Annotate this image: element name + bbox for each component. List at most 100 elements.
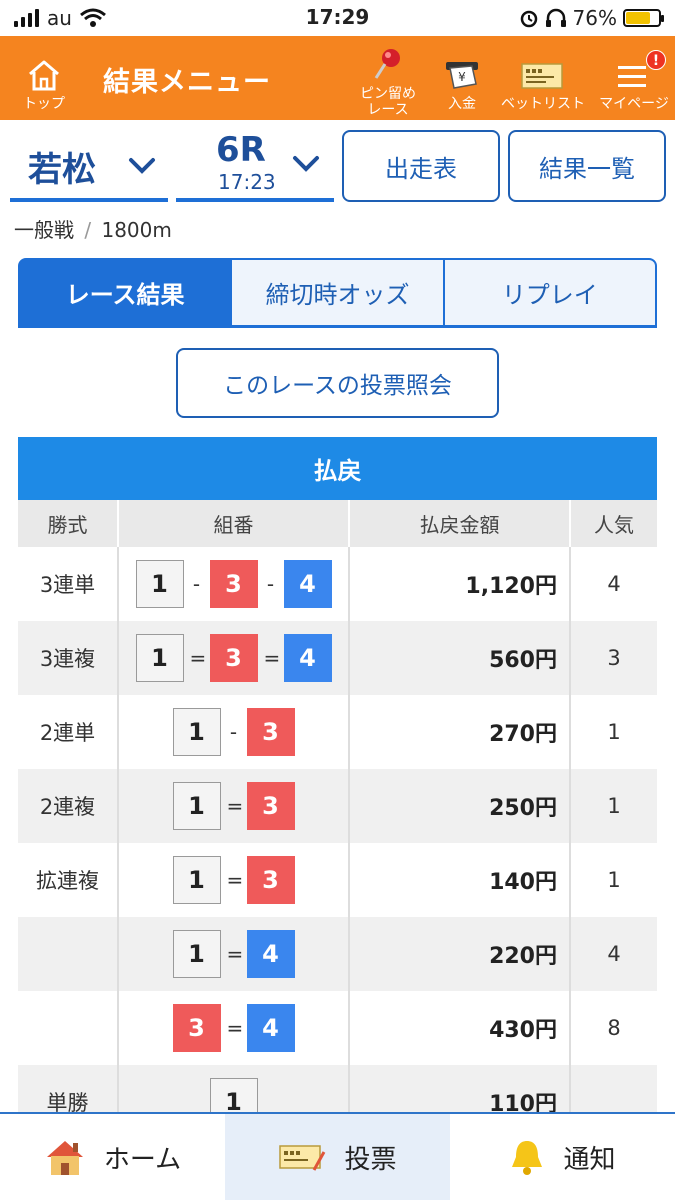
boat-number-1: 1	[172, 708, 221, 756]
nav-notification[interactable]: 通知	[450, 1114, 675, 1200]
top-label: トップ	[23, 96, 65, 112]
boat-number-3: 3	[246, 782, 295, 830]
payout-amount: 140円	[348, 843, 570, 917]
bell-icon	[512, 1141, 543, 1175]
popularity: 4	[569, 547, 657, 621]
combination: 1 = 3	[117, 769, 349, 843]
table-row: 2連複 1 = 3 250円 1	[18, 769, 657, 843]
bet-type: 拡連複	[18, 843, 118, 917]
payout-table: 勝式 組番 払戻金額 人気 3連単 1-3-4 1,120円 4 3連複 1 = 3 = 4 560…	[18, 500, 657, 1139]
nav-home[interactable]: ホーム	[0, 1114, 225, 1200]
app-header: トップ 結果メニュー ピン留め レース ¥ 入金 ベットリスト マイページ !	[0, 36, 675, 120]
boat-number-4: 4	[283, 560, 332, 608]
boat-number-3: 3	[246, 708, 295, 756]
venue-selector[interactable]: 若松	[10, 130, 168, 202]
betlist-button[interactable]: ベットリスト	[500, 36, 586, 120]
deposit-button[interactable]: ¥ 入金	[436, 36, 488, 120]
combination: 1-3	[117, 695, 349, 769]
payout-amount: 220円	[348, 917, 570, 991]
bet-type: 3連単	[18, 547, 118, 621]
boat-number-1: 1	[135, 560, 184, 608]
table-row: 2連単 1-3 270円 1	[18, 695, 657, 769]
top-button[interactable]: トップ	[14, 36, 74, 120]
bet-type	[18, 917, 118, 991]
betlist-icon	[521, 63, 563, 89]
bet-type: 2連複	[18, 769, 118, 843]
mypage-label: マイページ	[599, 96, 669, 112]
ticket-icon	[279, 1145, 326, 1171]
chevron-down-icon	[129, 158, 155, 174]
payout-amount: 560円	[348, 621, 570, 695]
boat-number-1: 1	[172, 782, 221, 830]
combination: 1 = 3	[117, 843, 349, 917]
home-icon	[46, 1141, 83, 1175]
payout-title: 払戻	[18, 437, 657, 500]
svg-text:¥: ¥	[458, 70, 466, 84]
combo-separator: -	[266, 572, 275, 596]
entries-button[interactable]: 出走表	[342, 130, 500, 202]
bet-type	[18, 991, 118, 1065]
popularity: 1	[569, 695, 657, 769]
nav-notification-label: 通知	[563, 1144, 616, 1175]
notification-badge: !	[646, 50, 666, 70]
combo-separator: =	[226, 1016, 244, 1040]
boat-number-3: 3	[209, 634, 258, 682]
table-row: 3連単 1-3-4 1,120円 4	[18, 547, 657, 621]
tab-closing-odds[interactable]: 締切時オッズ	[232, 258, 445, 325]
nav-vote[interactable]: 投票	[225, 1114, 450, 1200]
page-title: 結果メニュー	[103, 67, 271, 98]
combo-separator: -	[192, 572, 201, 596]
popularity: 3	[569, 621, 657, 695]
chevron-down-icon	[293, 156, 319, 172]
boat-number-4: 4	[283, 634, 332, 682]
results-list-button[interactable]: 結果一覧	[508, 130, 666, 202]
combo-separator: =	[226, 868, 244, 892]
race-selector[interactable]: 6R 17:23	[176, 130, 334, 202]
battery-percent: 76%	[572, 6, 617, 30]
bet-type: 3連複	[18, 621, 118, 695]
boat-number-1: 1	[172, 930, 221, 978]
combination: 1-3-4	[117, 547, 349, 621]
status-bar: au 17:29 76%	[0, 0, 675, 36]
payout-amount: 270円	[348, 695, 570, 769]
combo-separator: =	[226, 794, 244, 818]
deposit-icon: ¥	[446, 62, 478, 89]
nav-vote-label: 投票	[344, 1144, 397, 1175]
pin-race-button[interactable]: ピン留め レース	[350, 36, 426, 120]
header-combination: 組番	[117, 500, 349, 547]
payout-amount: 250円	[348, 769, 570, 843]
race-number: 6R	[216, 130, 266, 170]
table-row: 3 = 4 430円 8	[18, 991, 657, 1065]
battery-icon	[623, 9, 664, 27]
combination: 1 = 4	[117, 917, 349, 991]
header-amount: 払戻金額	[348, 500, 570, 547]
popularity: 8	[569, 991, 657, 1065]
pin-icon	[374, 49, 400, 79]
combo-separator: =	[226, 942, 244, 966]
table-row: 3連複 1 = 3 = 4 560円 3	[18, 621, 657, 695]
bottom-nav: ホーム 投票 通知	[0, 1112, 675, 1200]
boat-number-4: 4	[246, 1004, 295, 1052]
tab-race-result[interactable]: レース結果	[18, 258, 233, 325]
boat-number-3: 3	[209, 560, 258, 608]
mypage-button[interactable]: マイページ !	[596, 36, 672, 120]
payout-amount: 1,120円	[348, 547, 570, 621]
headphones-icon	[545, 8, 566, 27]
popularity: 1	[569, 769, 657, 843]
vote-inquiry-button[interactable]: このレースの投票照会	[176, 348, 499, 418]
bet-type: 2連単	[18, 695, 118, 769]
header-popularity: 人気	[569, 500, 657, 547]
menu-icon	[618, 66, 646, 87]
payout-amount: 430円	[348, 991, 570, 1065]
home-outline-icon	[29, 60, 59, 91]
boat-number-1: 1	[172, 856, 221, 904]
popularity: 4	[569, 917, 657, 991]
table-row: 1 = 4 220円 4	[18, 917, 657, 991]
race-grade: 一般戦	[14, 218, 74, 242]
combo-separator: -	[229, 720, 238, 744]
nav-home-label: ホーム	[103, 1144, 182, 1175]
race-info: 一般戦 / 1800m	[14, 214, 172, 243]
race-distance: 1800m	[101, 218, 172, 242]
popularity: 1	[569, 843, 657, 917]
tab-replay[interactable]: リプレイ	[444, 258, 657, 325]
